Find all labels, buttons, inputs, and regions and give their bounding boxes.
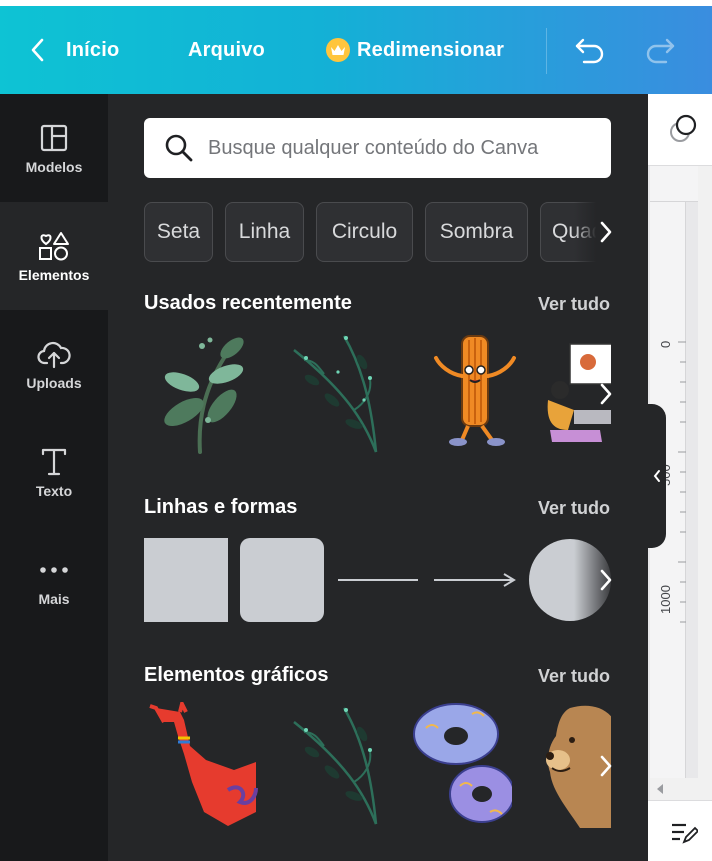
collapse-panel-button[interactable]: [648, 404, 666, 548]
sidebar-item-label: Uploads: [26, 375, 82, 391]
elements-panel: Seta Linha Circulo Sombra Quadrado Usado…: [108, 94, 648, 861]
chip-label: Circulo: [331, 220, 398, 243]
chevron-right-icon: [599, 754, 613, 778]
transparency-icon[interactable]: [668, 114, 698, 144]
ruler-label-1000: 1000: [658, 585, 673, 614]
chip-sombra[interactable]: Sombra: [425, 202, 528, 262]
chips-next-button[interactable]: [594, 212, 618, 252]
line-shape[interactable]: [336, 538, 420, 622]
shaka-hand-graphic[interactable]: [144, 702, 258, 828]
search-icon: [164, 133, 194, 163]
sidebar-item-label: Elementos: [18, 267, 90, 283]
templates-icon: [39, 121, 69, 155]
graphics-row: [144, 702, 611, 828]
top-toolbar: Início Arquivo Redimensionar: [0, 0, 712, 94]
seaweed-graphic[interactable]: [284, 330, 392, 456]
chip-linha[interactable]: Linha: [225, 202, 304, 262]
chevron-left-icon: [653, 469, 661, 483]
chevron-right-icon: [599, 220, 613, 244]
chip-seta[interactable]: Seta: [144, 202, 213, 262]
scroll-left-icon[interactable]: [656, 783, 664, 795]
arrow-line-shape[interactable]: [432, 538, 516, 622]
sidebar-item-templates[interactable]: Modelos: [0, 94, 108, 202]
section-title-recent: Usados recentemente: [144, 292, 352, 314]
crown-icon: [326, 38, 350, 62]
vertical-scrollbar[interactable]: [698, 166, 712, 778]
churro-character-graphic[interactable]: [422, 330, 530, 456]
sidebar-item-label: Modelos: [25, 159, 83, 175]
canvas-toolbar: [648, 94, 712, 166]
ruler-label-0: 0: [658, 340, 673, 348]
sidebar-item-more[interactable]: Mais: [0, 526, 108, 634]
back-label: Início: [66, 38, 120, 61]
resize-label: Redimensionar: [357, 38, 505, 61]
horizontal-scrollbar[interactable]: [650, 778, 712, 800]
chip-label: Seta: [156, 220, 201, 243]
graphics-next-button[interactable]: [594, 746, 618, 786]
recent-next-button[interactable]: [594, 374, 618, 414]
chip-label: Linha: [238, 220, 291, 243]
search-box[interactable]: [144, 118, 611, 178]
file-menu-button[interactable]: Arquivo: [188, 34, 265, 66]
see-all-lines-shapes-link[interactable]: Ver tudo: [538, 498, 610, 519]
back-button[interactable]: Início: [30, 34, 119, 66]
text-icon: [40, 445, 68, 479]
more-dots-icon: [38, 553, 70, 587]
elements-icon: [37, 229, 71, 263]
chip-label: Sombra: [439, 220, 514, 243]
sidebar-item-label: Mais: [38, 591, 70, 607]
redo-icon: [644, 36, 676, 64]
sidebar-item-text[interactable]: Texto: [0, 418, 108, 526]
chevron-right-icon: [599, 568, 613, 592]
resize-button[interactable]: Redimensionar: [326, 34, 504, 66]
lines-shapes-row: [144, 538, 611, 622]
shapes-next-button[interactable]: [594, 560, 618, 600]
suggestion-chips: Seta Linha Circulo Sombra Quadrado: [144, 202, 611, 262]
leaf-branch-graphic[interactable]: [144, 330, 252, 456]
notes-icon[interactable]: [670, 821, 698, 845]
section-title-graphics: Elementos gráficos: [144, 664, 329, 686]
sidebar-item-elements[interactable]: Elementos: [0, 202, 108, 310]
upload-cloud-icon: [37, 337, 71, 371]
search-input[interactable]: [208, 136, 598, 160]
canvas-footer: [648, 800, 712, 861]
undo-button[interactable]: [574, 34, 606, 66]
chevron-left-icon: [30, 38, 44, 62]
scrunchies-graphic[interactable]: [412, 702, 515, 828]
see-all-graphics-link[interactable]: Ver tudo: [538, 666, 610, 687]
recent-elements-row: [144, 330, 611, 456]
square-shape[interactable]: [144, 538, 228, 622]
redo-button[interactable]: [644, 34, 676, 66]
file-menu-label: Arquivo: [188, 38, 265, 61]
section-title-lines-shapes: Linhas e formas: [144, 496, 298, 518]
toolbar-divider: [546, 28, 547, 74]
sidebar-item-uploads[interactable]: Uploads: [0, 310, 108, 418]
left-sidebar: Modelos Elementos Uploads Texto Mais: [0, 94, 108, 861]
chevron-right-icon: [599, 382, 613, 406]
sidebar-item-label: Texto: [35, 483, 73, 499]
rounded-square-shape[interactable]: [240, 538, 324, 622]
seaweed-graphic-2[interactable]: [284, 702, 392, 828]
chip-circulo[interactable]: Circulo: [316, 202, 413, 262]
see-all-recent-link[interactable]: Ver tudo: [538, 294, 610, 315]
undo-icon: [574, 36, 606, 64]
